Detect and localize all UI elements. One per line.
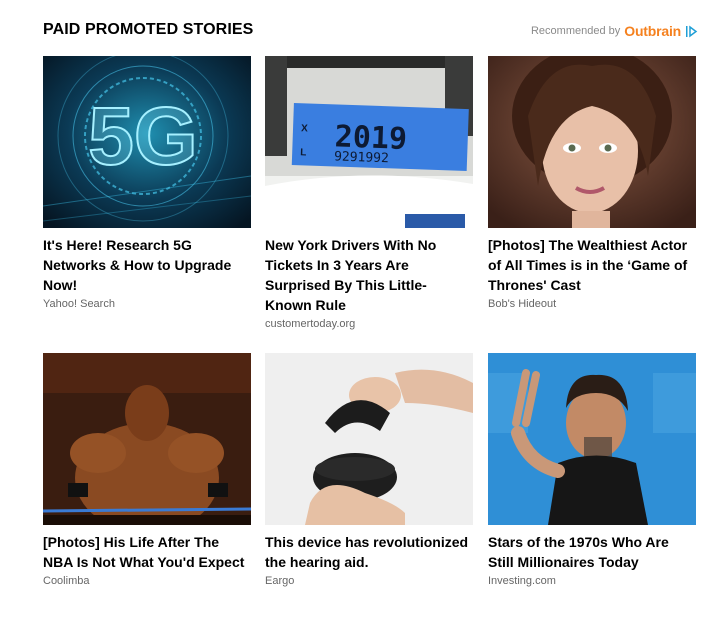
story-card-6[interactable]: Stars of the 1970s Who Are Still Million… [488,353,696,588]
story-image-5g[interactable]: 5G [43,56,251,228]
story-image-actor[interactable] [488,353,696,525]
widget-header: PAID PROMOTED STORIES Recommended by Out… [43,20,698,44]
story-source[interactable]: Eargo [265,574,473,588]
story-image-hearing-aid[interactable] [265,353,473,525]
recommended-label: Recommended by [530,25,621,37]
story-card-5[interactable]: This device has revolutionized the heari… [265,353,473,588]
story-title[interactable]: It's Here! Research 5G Networks & How to… [43,235,251,295]
story-card-1[interactable]: 5G It's Here! Research 5G Networks & How… [43,56,251,311]
story-image-actress[interactable] [488,56,696,228]
outbrain-logo: Outbrain [624,23,681,39]
story-image-wrestler[interactable] [43,353,251,525]
widget-title: PAID PROMOTED STORIES [43,21,254,38]
recommended-by[interactable]: Recommended by Outbrain [531,23,698,39]
story-card-3[interactable]: [Photos] The Wealthiest Actor of All Tim… [488,56,696,311]
svg-text:L: L [300,147,306,158]
story-source[interactable]: customertoday.org [265,317,473,331]
story-title[interactable]: [Photos] The Wealthiest Actor of All Tim… [488,235,696,295]
sticker-number: 9291992 [334,149,389,166]
svg-text:X: X [301,123,308,134]
story-title[interactable]: Stars of the 1970s Who Are Still Million… [488,532,696,572]
story-title[interactable]: New York Drivers With No Tickets In 3 Ye… [265,235,473,315]
story-source[interactable]: Yahoo! Search [43,297,251,311]
story-source[interactable]: Coolimba [43,574,251,588]
story-source[interactable]: Bob's Hideout [488,297,696,311]
story-title[interactable]: [Photos] His Life After The NBA Is Not W… [43,532,251,572]
outbrain-info-icon[interactable] [685,25,698,38]
story-image-license-plate[interactable]: 2019 X L 9291992 [265,56,473,228]
story-card-4[interactable]: [Photos] His Life After The NBA Is Not W… [43,353,251,588]
story-card-2[interactable]: 2019 X L 9291992 New York Drivers With N… [265,56,473,331]
story-title[interactable]: This device has revolutionized the heari… [265,532,473,572]
story-source[interactable]: Investing.com [488,574,696,588]
svg-text:5G: 5G [88,91,197,182]
